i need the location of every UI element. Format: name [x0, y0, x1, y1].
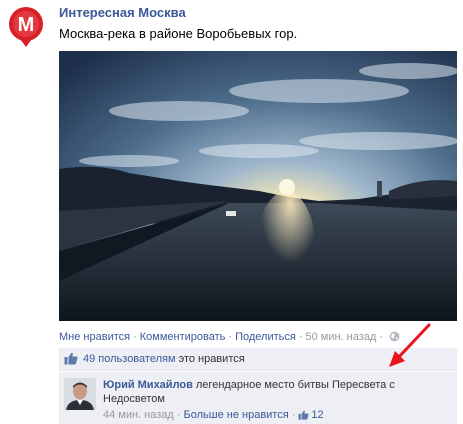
thumbs-up-icon	[64, 352, 78, 368]
comment-link[interactable]: Комментировать	[140, 331, 226, 343]
post-photo[interactable]	[59, 51, 457, 321]
comment-likes[interactable]: 12	[298, 409, 324, 423]
comment-body: Юрий Михайлов легендарное место битвы Пер…	[103, 378, 443, 406]
separator: ·	[176, 409, 181, 421]
likes-count-link[interactable]: 49 пользователям	[83, 353, 176, 365]
page-logo: M	[9, 7, 43, 47]
likes-suffix: это нравится	[175, 353, 245, 365]
comment: Юрий Михайлов легендарное место битвы Пер…	[59, 372, 457, 424]
post-timestamp[interactable]: 50 мин. назад	[306, 331, 377, 343]
logo-letter: M	[18, 14, 35, 36]
separator: ·	[228, 331, 233, 343]
unlike-link[interactable]: Больше не нравится	[184, 409, 289, 421]
comment-timestamp[interactable]: 44 мин. назад	[103, 409, 174, 421]
separator: ·	[298, 331, 303, 343]
separator: ·	[133, 331, 137, 343]
page-name-link[interactable]: Интересная Москва	[59, 5, 186, 20]
red-arrow-annotation	[385, 321, 435, 374]
separator: ·	[291, 409, 296, 421]
commenter-avatar[interactable]	[64, 378, 96, 410]
river-sunset-image	[59, 51, 457, 321]
comment-like-count: 12	[311, 409, 324, 421]
separator: ·	[379, 331, 384, 343]
share-link[interactable]: Поделиться	[235, 331, 296, 343]
like-link[interactable]: Мне нравится	[59, 331, 130, 343]
comment-author-link[interactable]: Юрий Михайлов	[103, 379, 193, 391]
comment-meta: 44 мин. назад · Больше не нравится · 12	[103, 409, 324, 423]
page-avatar[interactable]: M	[4, 4, 48, 48]
likes-text: 49 пользователям это нравится	[83, 353, 245, 365]
thumbs-up-icon	[298, 410, 309, 423]
post-text: Москва-река в районе Воробьевых гор.	[59, 26, 298, 41]
